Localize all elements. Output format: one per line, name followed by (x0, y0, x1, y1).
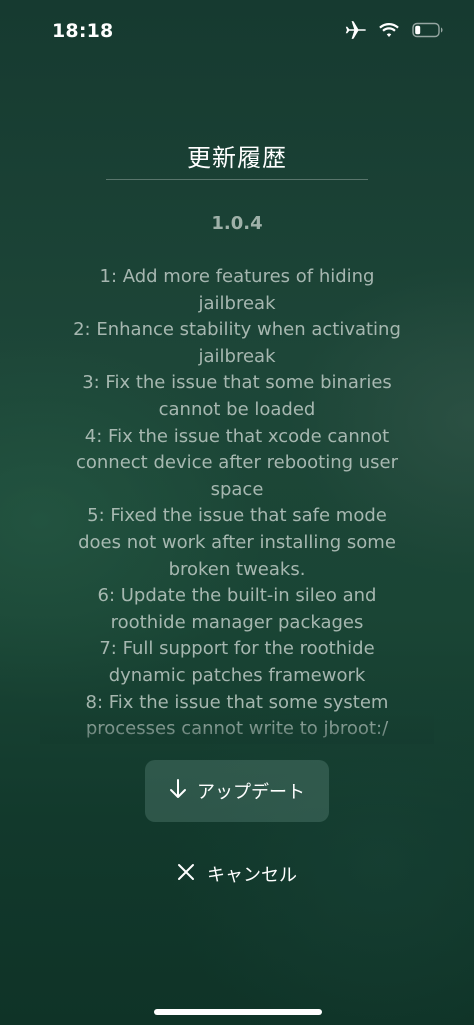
battery-icon (412, 22, 444, 38)
airplane-icon (344, 20, 366, 40)
wifi-icon (378, 22, 400, 38)
status-icons (344, 20, 444, 40)
status-time: 18:18 (52, 20, 114, 42)
cancel-button[interactable]: キャンセル (170, 856, 304, 892)
update-button-label: アップデート (197, 782, 305, 803)
note-line: 3: Fix the issue that some binaries (82, 372, 392, 394)
note-line: jailbreak (198, 292, 276, 314)
note-line: dynamic patches framework (108, 664, 366, 686)
note-line: roothide manager packages (110, 611, 364, 633)
arrow-down-icon (169, 778, 187, 804)
close-icon (177, 863, 195, 885)
note-line: 1: Add more features of hiding (99, 266, 375, 287)
note-line: 6: Update the built-in sileo and (97, 585, 377, 607)
title-divider (106, 179, 368, 180)
note-line: 4: Fix the issue that xcode cannot (84, 425, 390, 447)
note-line: connect device after rebooting user (75, 452, 399, 474)
note-line: cannot be loaded (158, 398, 316, 420)
note-line: 5: Fixed the issue that safe mode (87, 505, 387, 527)
dialog-title: 更新履歴 (187, 144, 287, 172)
note-line: jailbreak (198, 345, 276, 367)
release-notes[interactable]: 1: Add more features of hiding jailbreak… (56, 264, 418, 742)
home-indicator[interactable] (154, 1009, 322, 1015)
cancel-button-label: キャンセル (207, 865, 297, 886)
note-line: broken tweaks. (168, 558, 306, 580)
note-line: processes cannot write to jbroot:/ (85, 718, 389, 740)
status-bar: 18:18 (0, 0, 474, 64)
note-line: 8: Fix the issue that some system (85, 691, 389, 713)
version-number: 1.0.4 (211, 213, 263, 234)
note-line: 2: Enhance stability when activating (73, 319, 401, 341)
note-line: space (210, 478, 264, 500)
update-button[interactable]: アップデート (145, 760, 329, 822)
note-line: does not work after installing some (78, 531, 396, 553)
note-line: 7: Full support for the roothide (99, 638, 375, 660)
